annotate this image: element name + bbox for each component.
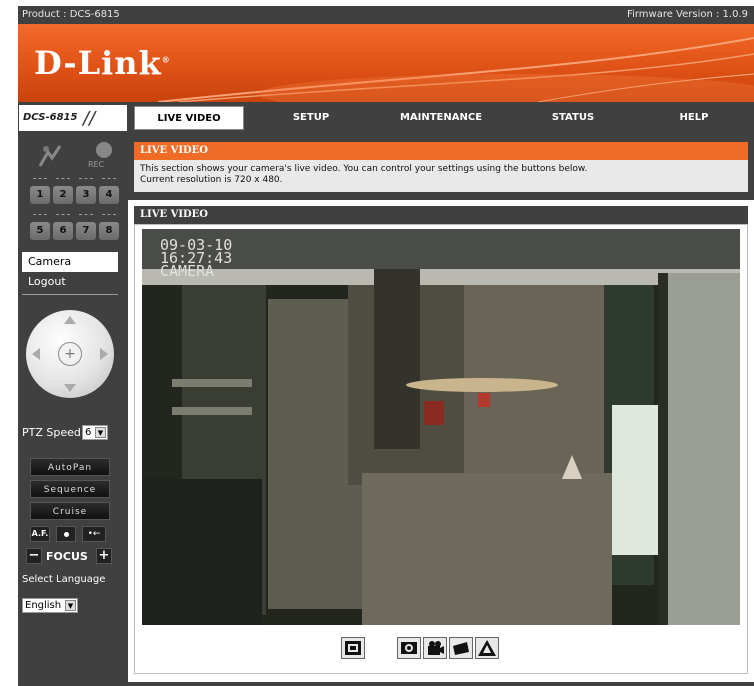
autofocus-button[interactable]: A.F. xyxy=(30,526,50,542)
firmware-label: Firmware Version : 1.0.9 xyxy=(627,9,748,20)
info-title: LIVE VIDEO xyxy=(134,142,748,160)
tab-maintenance[interactable]: MAINTENANCE xyxy=(376,106,506,130)
main-content: LIVE VIDEO This section shows your camer… xyxy=(128,134,754,686)
camera-3-button[interactable]: 3 xyxy=(76,178,96,204)
alarm-icon xyxy=(478,640,496,656)
model-badge: DCS-6815 // xyxy=(18,104,128,132)
camera-6-button[interactable]: 6 xyxy=(53,214,73,240)
dot-icon xyxy=(64,532,69,537)
tab-status[interactable]: STATUS xyxy=(512,106,634,130)
focus-near-button[interactable] xyxy=(56,526,76,542)
tab-live-video[interactable]: LIVE VIDEO xyxy=(134,106,244,130)
fullscreen-button[interactable] xyxy=(341,637,365,659)
sidebar-divider xyxy=(22,294,118,295)
autopan-button[interactable]: AutoPan xyxy=(30,458,110,476)
cruise-button[interactable]: Cruise xyxy=(30,502,110,520)
camera-web-ui: Product : DCS-6815 Firmware Version : 1.… xyxy=(18,6,754,686)
focus-minus-button[interactable]: − xyxy=(26,548,42,564)
alarm-button[interactable] xyxy=(475,637,499,659)
video-panel: 09-03-10 16:27:43 CAMERA xyxy=(134,224,748,674)
rec-label: REC xyxy=(88,160,105,169)
osd-camera-name: CAMERA xyxy=(160,262,215,280)
footer-bar xyxy=(18,682,754,686)
snapshot-button[interactable] xyxy=(397,637,421,659)
camera-2-button[interactable]: 2 xyxy=(53,178,73,204)
tab-setup[interactable]: SETUP xyxy=(252,106,370,130)
info-text: This section shows your camera's live vi… xyxy=(134,160,748,192)
language-value: English xyxy=(25,600,62,611)
main-nav: DCS-6815 // LIVE VIDEO SETUP MAINTENANCE… xyxy=(18,104,754,132)
chevron-down-icon: ▼ xyxy=(95,427,106,438)
language-label: Select Language xyxy=(22,574,106,585)
sequence-button[interactable]: Sequence xyxy=(30,480,110,498)
motion-icon[interactable] xyxy=(36,142,64,170)
slash-decoration: // xyxy=(83,108,96,129)
top-bar: Product : DCS-6815 Firmware Version : 1.… xyxy=(18,6,754,24)
record-icon xyxy=(428,641,444,655)
product-label: Product : DCS-6815 xyxy=(22,9,120,20)
model-name: DCS-6815 xyxy=(23,112,78,123)
ptz-speed-value: 6 xyxy=(85,427,92,438)
camera-4-button[interactable]: 4 xyxy=(99,178,119,204)
info-panel: LIVE VIDEO This section shows your camer… xyxy=(128,134,754,200)
ptz-control-pad[interactable]: + xyxy=(26,310,114,398)
pan-up-icon[interactable] xyxy=(64,316,76,324)
sidebar-item-logout[interactable]: Logout xyxy=(22,272,118,292)
chevron-down-icon: ▼ xyxy=(65,600,76,611)
focus-label: FOCUS xyxy=(46,550,88,563)
fullscreen-icon xyxy=(345,641,361,655)
camera-1-button[interactable]: 1 xyxy=(30,178,50,204)
brand-banner: D-Link® xyxy=(18,24,754,102)
ptz-speed-label: PTZ Speed xyxy=(22,426,81,439)
live-video-feed[interactable]: 09-03-10 16:27:43 CAMERA xyxy=(142,229,740,625)
snapshot-icon xyxy=(401,642,417,654)
sidebar: REC 1 2 3 4 5 6 7 8 Camera Logout + PTZ … xyxy=(18,134,128,686)
camera-5-button[interactable]: 5 xyxy=(30,214,50,240)
record-button[interactable] xyxy=(423,637,447,659)
record-dot-icon[interactable] xyxy=(96,142,112,158)
focus-plus-button[interactable]: + xyxy=(96,548,112,564)
info-line-2: Current resolution is 720 x 480. xyxy=(140,175,283,185)
tab-help[interactable]: HELP xyxy=(638,106,750,130)
home-position-icon[interactable]: + xyxy=(58,342,82,366)
language-select[interactable]: English ▼ xyxy=(22,598,78,613)
pan-down-icon[interactable] xyxy=(64,384,76,392)
focus-far-button[interactable]: •← xyxy=(82,526,106,542)
info-line-1: This section shows your camera's live vi… xyxy=(140,164,588,174)
sidebar-item-camera[interactable]: Camera xyxy=(22,252,118,272)
folder-icon xyxy=(453,642,469,655)
ptz-speed-select[interactable]: 6 ▼ xyxy=(82,425,108,440)
pan-left-icon[interactable] xyxy=(32,348,40,360)
pan-right-icon[interactable] xyxy=(100,348,108,360)
folder-button[interactable] xyxy=(449,637,473,659)
video-section-title: LIVE VIDEO xyxy=(134,206,748,224)
video-frame-image xyxy=(142,229,740,625)
camera-8-button[interactable]: 8 xyxy=(99,214,119,240)
camera-7-button[interactable]: 7 xyxy=(76,214,96,240)
dlink-logo: D-Link® xyxy=(34,44,171,82)
